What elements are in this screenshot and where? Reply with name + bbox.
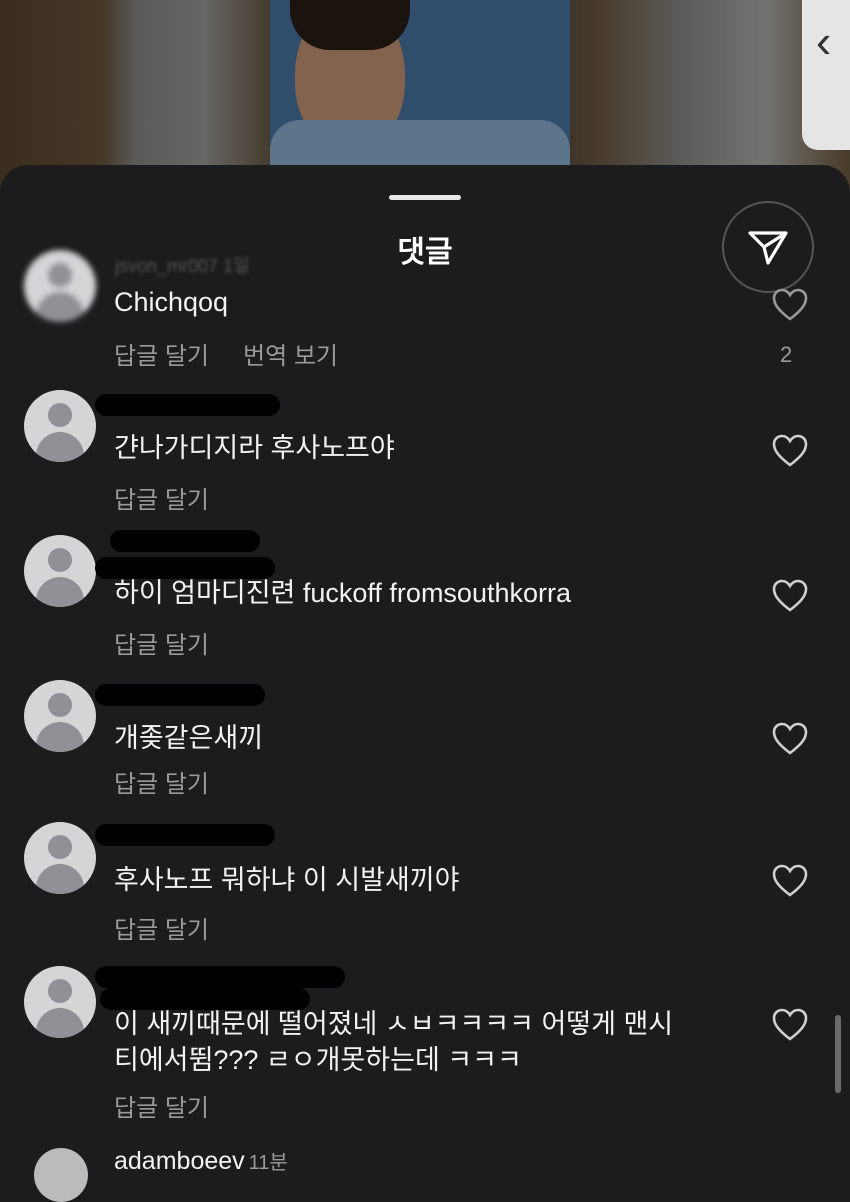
heart-icon[interactable] — [772, 864, 808, 898]
sheet-drag-handle[interactable] — [389, 195, 461, 200]
comment-username[interactable]: adamboeev 11분 — [114, 1146, 288, 1176]
heart-icon[interactable] — [772, 579, 808, 613]
avatar[interactable] — [24, 390, 96, 462]
avatar[interactable] — [24, 966, 96, 1038]
heart-icon[interactable] — [772, 288, 808, 322]
scrollbar[interactable] — [835, 1015, 841, 1093]
share-button[interactable] — [722, 201, 814, 293]
comment-text: 후사노프 뭐하냐 이 시발새끼야 — [114, 865, 460, 895]
reply-button[interactable]: 답글 달기 — [114, 343, 209, 370]
avatar[interactable] — [34, 1148, 88, 1202]
avatar[interactable] — [24, 680, 96, 752]
comment-text: 갼나가디지라 후사노프야 — [114, 433, 395, 463]
heart-icon[interactable] — [772, 1008, 808, 1042]
heart-icon[interactable] — [772, 722, 808, 756]
redacted-username — [95, 684, 265, 706]
redacted-username — [95, 394, 280, 416]
reply-button[interactable]: 답글 달기 — [114, 917, 209, 944]
comment-item: adamboeev 11분 — [0, 1140, 850, 1202]
comment-username[interactable]: jsvon_mr007 1일 — [115, 252, 250, 278]
comment-text: 하이 엄마디진련 fuckoff fromsouthkorra — [114, 578, 571, 608]
redacted-username — [110, 530, 260, 552]
comment-text: 이 새끼때문에 떨어졌네 ㅅㅂㅋㅋㅋㅋ 어떻게 맨시 티에서뜀??? ㄹㅇ개못하… — [114, 1009, 674, 1075]
avatar[interactable] — [24, 535, 96, 607]
reply-button[interactable]: 답글 달기 — [114, 771, 209, 798]
paper-plane-icon — [748, 231, 788, 265]
avatar[interactable] — [24, 822, 96, 894]
chevron-left-icon: ‹ — [816, 15, 832, 67]
translate-button[interactable]: 번역 보기 — [243, 343, 338, 370]
redacted-username — [95, 824, 275, 846]
heart-icon[interactable] — [772, 434, 808, 468]
back-button[interactable]: ‹ — [802, 0, 850, 150]
avatar[interactable] — [24, 250, 96, 322]
reply-button[interactable]: 답글 달기 — [114, 632, 209, 659]
redacted-username — [95, 966, 345, 988]
reply-button[interactable]: 답글 달기 — [114, 1095, 209, 1122]
like-count: 2 — [780, 342, 793, 367]
comment-text: 개좆같은새끼 — [114, 723, 264, 753]
reply-button[interactable]: 답글 달기 — [114, 487, 209, 514]
comment-text: Chichqoq — [114, 287, 229, 317]
